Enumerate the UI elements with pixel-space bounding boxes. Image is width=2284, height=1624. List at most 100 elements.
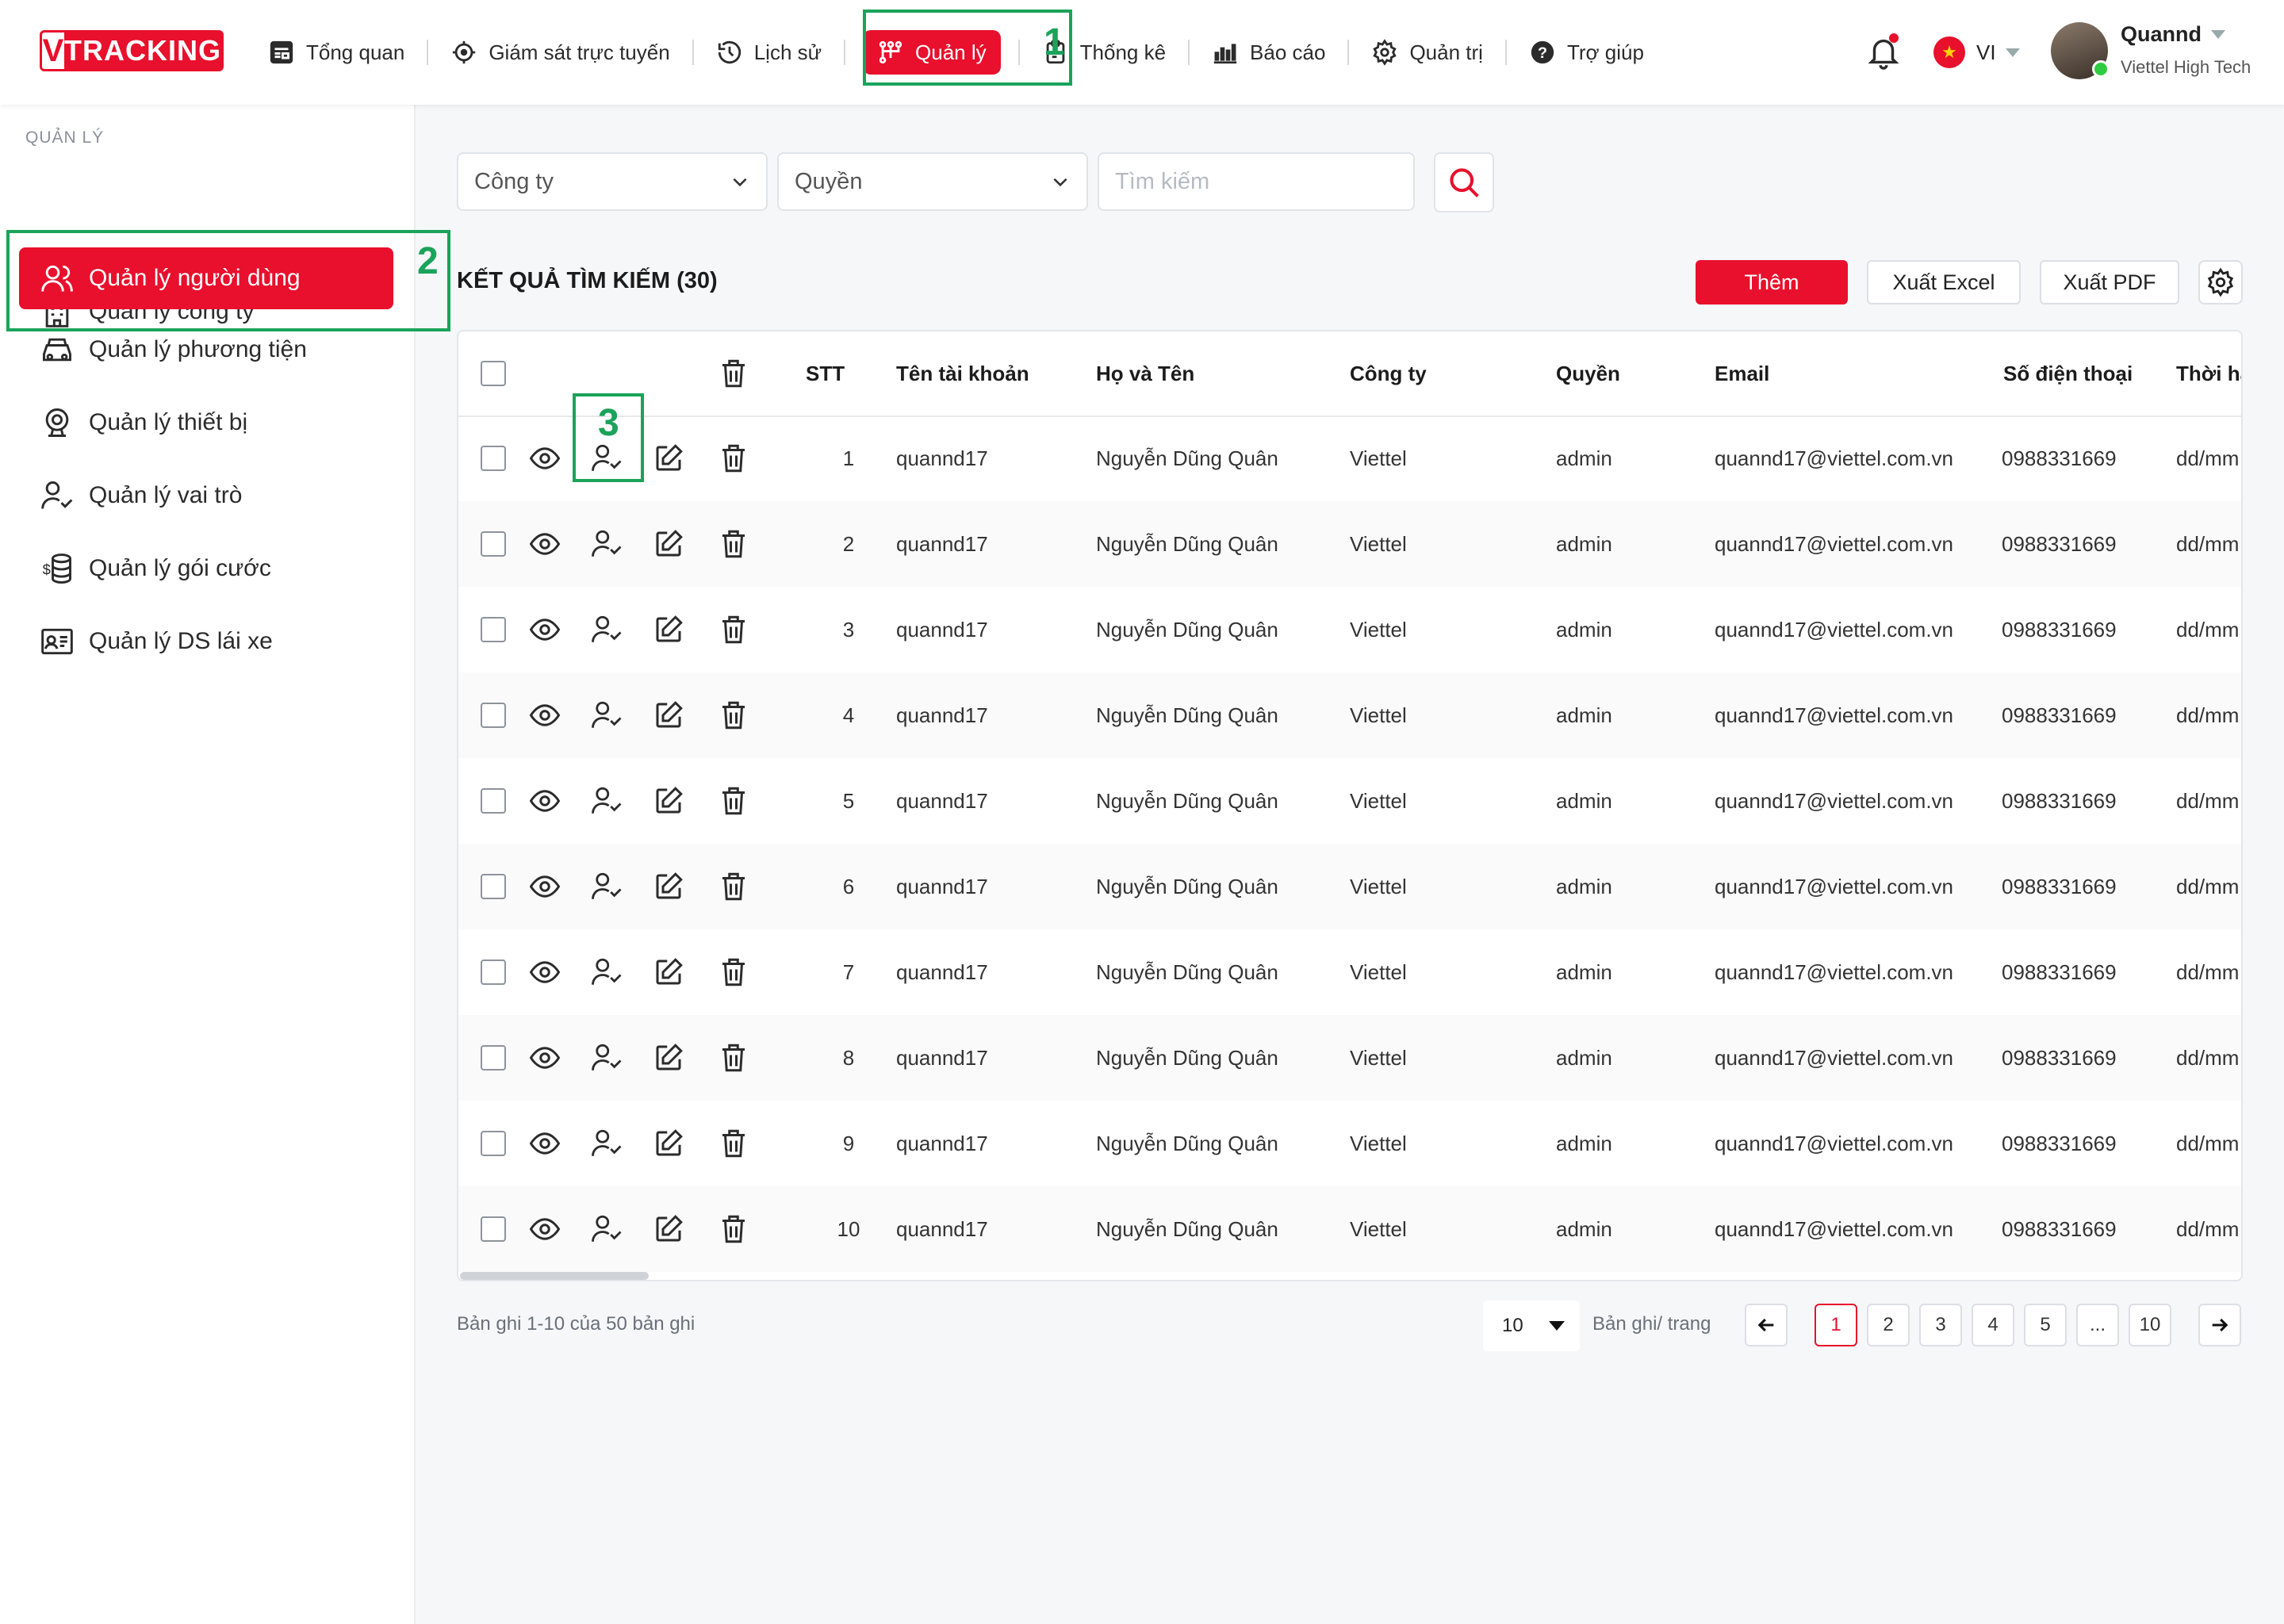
assign-role-icon[interactable]	[590, 613, 623, 646]
edit-icon[interactable]	[652, 1212, 685, 1246]
add-button[interactable]: Thêm	[1696, 260, 1848, 304]
sidebar-item-vehicles[interactable]: Quản lý phương tiện	[19, 319, 393, 381]
page-button[interactable]: 10	[2129, 1304, 2171, 1346]
col-username: Tên tài khoản	[896, 361, 1029, 385]
nav-quan-tri[interactable]: Quản trị	[1357, 30, 1497, 75]
assign-role-icon[interactable]	[590, 442, 623, 475]
page-button[interactable]: 5	[2024, 1304, 2067, 1346]
assign-role-icon[interactable]	[590, 870, 623, 903]
page-button[interactable]: ...	[2076, 1304, 2119, 1346]
company-select[interactable]: Công ty	[457, 152, 768, 211]
vtracking-logo[interactable]: V TRACKING	[40, 30, 224, 71]
row-checkbox[interactable]	[481, 788, 506, 814]
nav-quan-ly[interactable]: Quản lý	[863, 30, 1001, 75]
select-all-checkbox[interactable]	[481, 361, 506, 386]
user-menu[interactable]: Quannd	[2121, 22, 2225, 47]
edit-icon[interactable]	[652, 784, 685, 818]
notification-bell[interactable]	[1865, 33, 1902, 70]
trash-icon[interactable]	[717, 613, 750, 646]
view-icon[interactable]	[528, 956, 561, 989]
trash-icon[interactable]	[717, 699, 750, 732]
nav-tro-giup[interactable]: ? Trợ giúp	[1515, 30, 1658, 75]
assign-role-icon[interactable]	[590, 1041, 623, 1074]
trash-icon[interactable]	[717, 442, 750, 475]
avatar[interactable]	[2051, 22, 2110, 79]
cell-username: quannd17	[896, 959, 988, 984]
assign-role-icon[interactable]	[590, 1127, 623, 1160]
trash-icon[interactable]	[717, 1041, 750, 1074]
edit-icon[interactable]	[652, 699, 685, 732]
view-icon[interactable]	[528, 784, 561, 818]
view-icon[interactable]	[528, 442, 561, 475]
trash-icon[interactable]	[717, 527, 750, 561]
view-icon[interactable]	[528, 1212, 561, 1246]
page-button[interactable]: 3	[1919, 1304, 1962, 1346]
nav-tong-quan[interactable]: Tổng quan	[254, 30, 419, 75]
view-icon[interactable]	[528, 1041, 561, 1074]
edit-icon[interactable]	[652, 1127, 685, 1160]
sidebar-item-users[interactable]: Quản lý người dùng	[19, 247, 393, 309]
row-checkbox[interactable]	[481, 703, 506, 728]
table-row: 9 quannd17 Nguyễn Dũng Quân Viettel admin qua…	[458, 1101, 2241, 1186]
prev-page-button[interactable]	[1745, 1304, 1788, 1346]
cell-company: Viettel	[1350, 617, 1407, 642]
search-button[interactable]	[1434, 152, 1494, 213]
row-checkbox[interactable]	[481, 1131, 506, 1156]
row-checkbox[interactable]	[481, 617, 506, 642]
assign-role-icon[interactable]	[590, 699, 623, 732]
page-button[interactable]: 4	[1972, 1304, 2014, 1346]
assign-role-icon[interactable]	[590, 1212, 623, 1246]
export-excel-button[interactable]: Xuất Excel	[1867, 260, 2021, 304]
vietnam-flag-icon: ★	[1933, 36, 1965, 68]
row-checkbox[interactable]	[481, 1216, 506, 1242]
edit-icon[interactable]	[652, 870, 685, 903]
cell-email: quannd17@viettel.com.vn	[1715, 874, 1954, 898]
row-checkbox[interactable]	[481, 446, 506, 471]
trash-icon[interactable]	[717, 956, 750, 989]
assign-role-icon[interactable]	[590, 527, 623, 561]
trash-icon[interactable]	[717, 784, 750, 818]
view-icon[interactable]	[528, 870, 561, 903]
nav-label: Báo cáo	[1250, 40, 1326, 64]
sidebar-title: QUẢN LÝ	[25, 128, 105, 147]
cell-phone: 0988331669	[2002, 617, 2117, 642]
role-select[interactable]: Quyền	[777, 152, 1088, 211]
sidebar-item-packages[interactable]: $ Quản lý gói cước	[19, 538, 393, 599]
assign-role-icon[interactable]	[590, 956, 623, 989]
export-pdf-button[interactable]: Xuất PDF	[2040, 260, 2179, 304]
sidebar-item-drivers[interactable]: Quản lý DS lái xe	[19, 611, 393, 672]
language-selector[interactable]: ★ VI	[1933, 36, 2020, 68]
cell-username: quannd17	[896, 874, 988, 898]
row-checkbox[interactable]	[481, 531, 506, 557]
search-input[interactable]: Tìm kiếm	[1098, 152, 1415, 211]
view-icon[interactable]	[528, 1127, 561, 1160]
edit-icon[interactable]	[652, 613, 685, 646]
next-page-button[interactable]	[2198, 1304, 2241, 1346]
page-button[interactable]: 1	[1815, 1304, 1857, 1346]
sidebar-item-devices[interactable]: Quản lý thiết bị	[19, 392, 393, 454]
edit-icon[interactable]	[652, 1041, 685, 1074]
edit-icon[interactable]	[652, 527, 685, 561]
row-checkbox[interactable]	[481, 1045, 506, 1071]
trash-icon[interactable]	[717, 870, 750, 903]
nav-bao-cao[interactable]: Báo cáo	[1198, 30, 1339, 75]
view-icon[interactable]	[528, 613, 561, 646]
trash-icon[interactable]	[717, 357, 750, 390]
page-button[interactable]: 2	[1867, 1304, 1910, 1346]
horizontal-scrollbar[interactable]	[460, 1272, 649, 1280]
nav-lich-su[interactable]: Lịch sử	[702, 30, 836, 75]
view-icon[interactable]	[528, 527, 561, 561]
row-checkbox[interactable]	[481, 874, 506, 899]
nav-giam-sat[interactable]: Giám sát trực tuyến	[436, 30, 684, 75]
view-icon[interactable]	[528, 699, 561, 732]
trash-icon[interactable]	[717, 1127, 750, 1160]
page-size-select[interactable]: 10	[1483, 1300, 1580, 1351]
trash-icon[interactable]	[717, 1212, 750, 1246]
edit-icon[interactable]	[652, 442, 685, 475]
pagination-info: Bản ghi 1-10 của 50 bản ghi	[457, 1313, 696, 1335]
assign-role-icon[interactable]	[590, 784, 623, 818]
row-checkbox[interactable]	[481, 959, 506, 985]
edit-icon[interactable]	[652, 956, 685, 989]
sidebar-item-roles[interactable]: Quản lý vai trò	[19, 465, 393, 527]
table-settings-button[interactable]	[2198, 260, 2243, 304]
